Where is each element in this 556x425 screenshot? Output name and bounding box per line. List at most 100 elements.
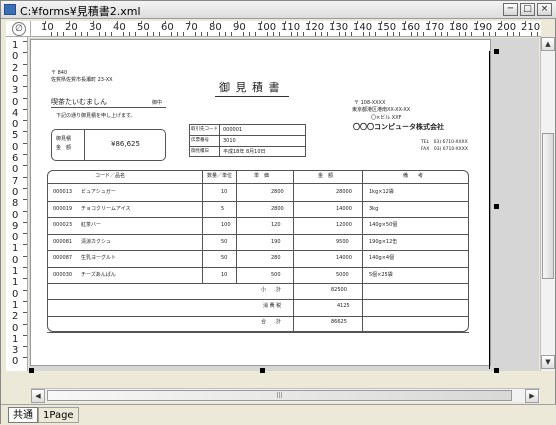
ruler-tick	[303, 32, 304, 36]
company-tel: TEL 03) 6710-XXXX	[421, 140, 468, 145]
item-name: チーズあんぱん	[81, 271, 116, 278]
ruler-tick	[135, 32, 136, 36]
ruler-tick	[519, 32, 520, 36]
item-unit-price: 2800	[271, 205, 284, 212]
ruler-label: 1	[12, 277, 19, 289]
ruler-tick	[495, 32, 496, 36]
ruler-tick	[219, 32, 220, 36]
ruler-tick	[471, 32, 472, 36]
selection-handle[interactable]	[29, 368, 34, 373]
ruler-tick	[23, 86, 27, 88]
ruler-corner[interactable]: ∅	[6, 21, 31, 37]
row-line	[47, 283, 469, 284]
ruler-tick	[207, 32, 208, 36]
ruler-tick	[23, 289, 27, 291]
ruler-tick	[537, 32, 538, 36]
ruler-tick	[195, 32, 196, 36]
info-row-line	[189, 135, 306, 136]
ruler-tick	[141, 21, 142, 24]
close-button[interactable]: ×	[537, 3, 552, 16]
row-line	[47, 299, 469, 301]
item-amount: 9500	[336, 238, 349, 245]
ruler-tick	[177, 32, 178, 36]
ruler-tick	[23, 278, 27, 280]
ruler-tick	[375, 32, 376, 36]
column-line	[236, 170, 237, 283]
ruler-tick	[525, 21, 526, 24]
selection-handle[interactable]	[260, 368, 265, 373]
ruler-tick	[23, 244, 27, 246]
ruler-tick	[489, 32, 490, 36]
item-amount: 5000	[336, 271, 349, 278]
ruler-tick	[381, 21, 382, 24]
ruler-tick	[435, 32, 436, 36]
ruler-tick	[23, 199, 27, 201]
ruler-label: 4	[12, 107, 19, 119]
ruler-tick	[23, 41, 27, 42]
total-label: 合 計	[261, 319, 282, 325]
selection-handle[interactable]	[494, 204, 499, 209]
design-canvas[interactable]: 〒 840 佐賀県佐賀市長瀬町 23-XX 御 見 積 書 喫茶たいむましん 御…	[29, 38, 539, 371]
minimize-button[interactable]: ─	[503, 3, 518, 16]
ruler-toggle-icon[interactable]: ∅	[12, 22, 26, 36]
ruler-tick	[309, 21, 310, 24]
ruler-tick	[45, 21, 46, 24]
item-name: ビュアシュガー	[81, 189, 116, 195]
ruler-tick	[81, 32, 82, 36]
ruler-tick	[23, 131, 27, 133]
ruler-tick	[123, 32, 124, 36]
vertical-scroll-thumb[interactable]	[542, 133, 554, 279]
ruler-tick	[23, 52, 27, 54]
ruler-tick	[417, 32, 418, 36]
item-unit-price: 500	[271, 271, 281, 278]
scroll-down-button[interactable]: ▼	[541, 355, 555, 369]
ruler-tick	[147, 32, 148, 36]
horizontal-scroll-thumb[interactable]: |||	[47, 390, 512, 401]
ruler-tick	[315, 32, 316, 36]
vertical-scrollbar[interactable]: ▲ ▼	[540, 37, 555, 371]
maximize-button[interactable]: □	[520, 3, 535, 16]
ruler-label: 0	[12, 51, 19, 63]
row-line	[47, 331, 469, 333]
tab-common[interactable]: 共通	[8, 407, 38, 423]
item-note: 190g×12缶	[369, 238, 398, 245]
header-amount: 金 額	[318, 173, 334, 179]
title-bar[interactable]: C:¥forms¥見積書2.xml ─ □ ×	[1, 1, 556, 19]
selection-boundary	[489, 51, 490, 369]
ruler-tick	[345, 32, 346, 36]
scroll-left-button[interactable]: ◀	[31, 389, 45, 403]
ruler-label: 0	[12, 232, 19, 244]
ruler-tick	[69, 21, 70, 24]
ruler-label: 0	[12, 322, 19, 334]
ruler-tick	[513, 32, 514, 36]
scroll-right-button[interactable]: ▶	[525, 389, 539, 403]
column-line	[202, 170, 203, 283]
selection-handle[interactable]	[494, 49, 499, 54]
ruler-tick	[507, 32, 508, 36]
ruler-tick	[447, 32, 448, 36]
amount-label-2: 金 額	[56, 145, 72, 151]
ruler-tick	[23, 334, 27, 336]
title-underline	[215, 96, 289, 97]
ruler-tick	[159, 32, 160, 36]
ruler-tick	[23, 165, 27, 167]
ruler-label: 0	[12, 209, 19, 221]
tab-1page[interactable]: 1Page	[38, 407, 79, 423]
ruler-tick	[23, 74, 27, 76]
horizontal-scrollbar[interactable]: ◀ ||| ▶	[31, 388, 540, 403]
ruler-tick	[23, 323, 27, 325]
row-line	[47, 233, 469, 235]
selection-handle[interactable]	[494, 368, 499, 373]
item-unit-price: 190	[271, 238, 281, 245]
customer-name: 喫茶たいむましん	[51, 98, 107, 106]
ruler-tick	[483, 32, 484, 36]
ruler-tick	[453, 21, 454, 24]
column-line	[293, 170, 294, 332]
item-unit-price: 2800	[271, 189, 284, 195]
company-address: 東京都港区港南XX-XX-XX	[352, 107, 411, 113]
scroll-up-button[interactable]: ▲	[541, 37, 555, 51]
company-name: 〇〇〇コンピュータ株式会社	[353, 123, 444, 131]
ruler-tick	[23, 346, 27, 348]
ruler-label: 0	[12, 119, 19, 131]
item-quantity: 50	[221, 255, 228, 261]
